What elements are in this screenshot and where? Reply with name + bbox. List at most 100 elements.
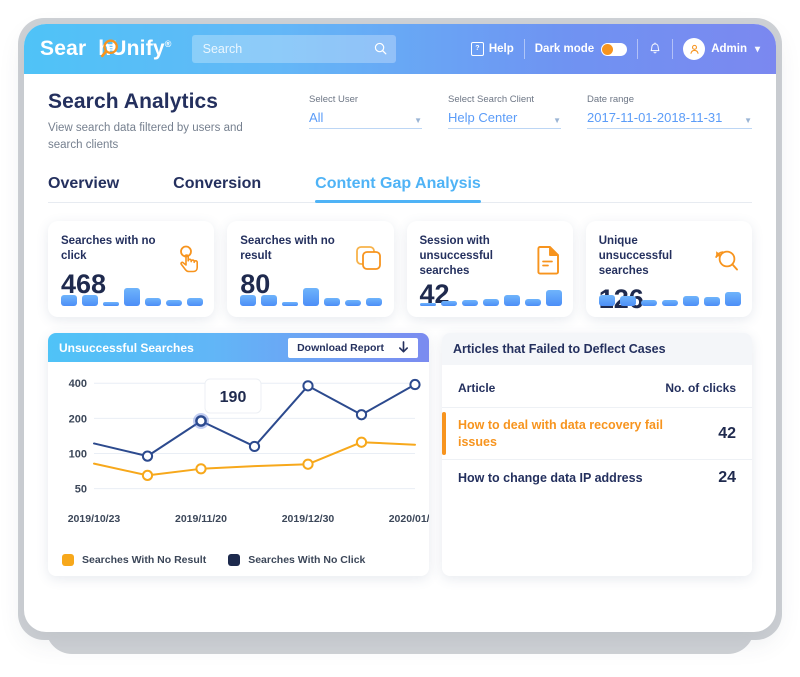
tab-bar: Overview Conversion Content Gap Analysis	[48, 175, 752, 204]
filter-label: Select Search Client	[448, 94, 535, 105]
app-screen: SearchUnify® ? Help	[24, 24, 776, 632]
articles-panel-header: Articles that Failed to Deflect Cases	[442, 333, 752, 366]
tab-content-gap-analysis[interactable]: Content Gap Analysis	[315, 175, 481, 204]
page-title: Search Analytics	[48, 90, 219, 113]
tab-overview[interactable]: Overview	[48, 175, 119, 202]
svg-text:2020/01/23: 2020/01/23	[389, 513, 429, 525]
chart-panel-header: Unsuccessful Searches Download Report	[48, 333, 429, 363]
filter-label: Select User	[309, 94, 359, 105]
filter-select-search-client[interactable]: Select Search Client Help Center ▼	[448, 94, 561, 129]
filter-select-user[interactable]: Select User All ▼	[309, 94, 422, 129]
filter-bar: Select User All ▼ Select Search Client H…	[309, 90, 752, 129]
filter-value: All	[309, 110, 324, 125]
logo-trademark: ®	[164, 39, 172, 49]
chart-panel-title: Unsuccessful Searches	[59, 340, 194, 355]
svg-text:400: 400	[69, 379, 87, 391]
help-label: Help	[488, 43, 514, 55]
article-title: How to deal with data recovery fail issu…	[458, 418, 663, 449]
logo-text-before: Sear	[40, 37, 87, 60]
table-row[interactable]: How to deal with data recovery fail issu…	[442, 407, 752, 459]
kpi-title: Session with unsuccessful searches	[419, 235, 494, 277]
article-title: How to change data IP address	[458, 470, 643, 485]
download-arrow-icon	[399, 341, 408, 353]
legend-swatch	[228, 554, 241, 567]
article-clicks: 24	[718, 468, 736, 486]
chevron-down-icon[interactable]: ▼	[414, 116, 422, 125]
help-icon: ?	[470, 42, 484, 56]
unsuccessful-searches-chart-panel: Unsuccessful Searches Download Report 50…	[48, 333, 429, 577]
search-input[interactable]	[200, 41, 370, 57]
table-row[interactable]: How to change data IP address 24	[442, 458, 752, 496]
kpi-sparkline	[61, 288, 204, 307]
search-icon[interactable]	[373, 41, 388, 56]
legend-label: Searches With No Click	[248, 554, 366, 567]
page-title-block: Search Analytics View search data filter…	[48, 90, 263, 153]
legend-item-no-click[interactable]: Searches With No Click	[228, 554, 366, 567]
chevron-down-icon[interactable]: ▼	[553, 116, 561, 125]
kpi-title: Searches with no result	[240, 235, 335, 263]
user-icon	[690, 44, 699, 54]
download-report-label: Download Report	[297, 341, 384, 354]
kpi-card-row: Searches with no click 468 Searches with…	[48, 221, 752, 318]
column-header-clicks: No. of clicks	[665, 381, 736, 396]
kpi-sparkline	[419, 288, 562, 307]
chevron-down-icon[interactable]: ▼	[744, 116, 752, 125]
kpi-card-unique-unsuccessful-searches[interactable]: Unique unsuccessful searches 126	[585, 221, 752, 318]
lower-panels: Unsuccessful Searches Download Report 50…	[48, 333, 752, 577]
svg-text:100: 100	[69, 449, 87, 461]
divider	[637, 39, 639, 59]
filter-date-range[interactable]: Date range 2017-11-01-2018-11-31 ▼	[587, 94, 752, 129]
searchunify-logo[interactable]: SearchUnify®	[40, 37, 178, 61]
kpi-card-searches-with-no-click[interactable]: Searches with no click 468	[48, 221, 215, 318]
svg-text:2019/12/30: 2019/12/30	[282, 513, 335, 525]
search-refresh-icon	[715, 251, 738, 271]
user-name[interactable]: Admin	[711, 43, 747, 55]
toggle-knob	[602, 43, 614, 55]
articles-failed-to-deflect-panel: Articles that Failed to Deflect Cases Ar…	[442, 333, 752, 577]
logo-magnifier-icon	[101, 39, 118, 58]
legend-item-no-result[interactable]: Searches With No Result	[62, 554, 207, 567]
chevron-down-icon[interactable]: ▾	[755, 44, 760, 55]
help-button[interactable]: ? Help	[470, 42, 514, 56]
divider	[672, 39, 674, 59]
column-header-article: Article	[458, 381, 496, 396]
article-clicks: 42	[718, 424, 736, 442]
dark-mode-control[interactable]: Dark mode	[534, 42, 628, 56]
legend-swatch	[62, 554, 74, 567]
chart-body: 50 100 200 400 2019/10/23 2019/11/20 2019/12/3…	[48, 362, 429, 576]
svg-text:50: 50	[75, 484, 87, 496]
filter-value: Help Center	[448, 110, 518, 125]
page-header: Search Analytics View search data filter…	[48, 90, 752, 153]
kpi-title: Unique unsuccessful searches	[598, 235, 673, 277]
table-header-row: Article No. of clicks	[442, 365, 752, 407]
svg-text:2019/10/23: 2019/10/23	[68, 513, 121, 525]
filter-value: 2017-11-01-2018-11-31	[587, 110, 723, 125]
articles-table: Article No. of clicks How to deal with d…	[442, 365, 752, 496]
svg-text:190: 190	[220, 389, 247, 406]
global-search-box[interactable]	[191, 35, 396, 63]
kpi-sparkline	[240, 288, 383, 307]
document-icon	[537, 246, 559, 275]
divider	[523, 39, 525, 59]
screenshot-root: SearchUnify® ? Help	[0, 0, 800, 677]
page-subtitle: View search data filtered by users and s…	[48, 122, 243, 151]
page-content: Search Analytics View search data filter…	[24, 74, 776, 577]
chart-legend: Searches With No Result Searches With No…	[62, 554, 366, 567]
svg-text:200: 200	[69, 414, 87, 426]
tab-conversion[interactable]: Conversion	[173, 175, 261, 202]
legend-label: Searches With No Result	[82, 554, 207, 567]
kpi-card-searches-with-no-result[interactable]: Searches with no result 80	[227, 221, 394, 318]
dark-mode-label: Dark mode	[534, 43, 595, 55]
click-hand-icon	[180, 245, 199, 273]
articles-panel-title: Articles that Failed to Deflect Cases	[453, 342, 666, 357]
top-navigation-bar: SearchUnify® ? Help	[24, 24, 776, 74]
bell-icon[interactable]	[648, 41, 662, 57]
kpi-card-session-with-unsuccessful-searches[interactable]: Session with unsuccessful searches 42	[406, 221, 573, 318]
copy-layers-icon	[355, 246, 381, 271]
download-report-button[interactable]: Download Report	[288, 337, 418, 358]
avatar[interactable]	[683, 38, 706, 60]
svg-text:2019/11/20: 2019/11/20	[175, 513, 227, 525]
filter-label: Date range	[587, 94, 635, 105]
line-chart[interactable]: 50 100 200 400 2019/10/23 2019/11/20 2019/12/3…	[48, 362, 429, 540]
dark-mode-toggle[interactable]	[601, 42, 628, 56]
